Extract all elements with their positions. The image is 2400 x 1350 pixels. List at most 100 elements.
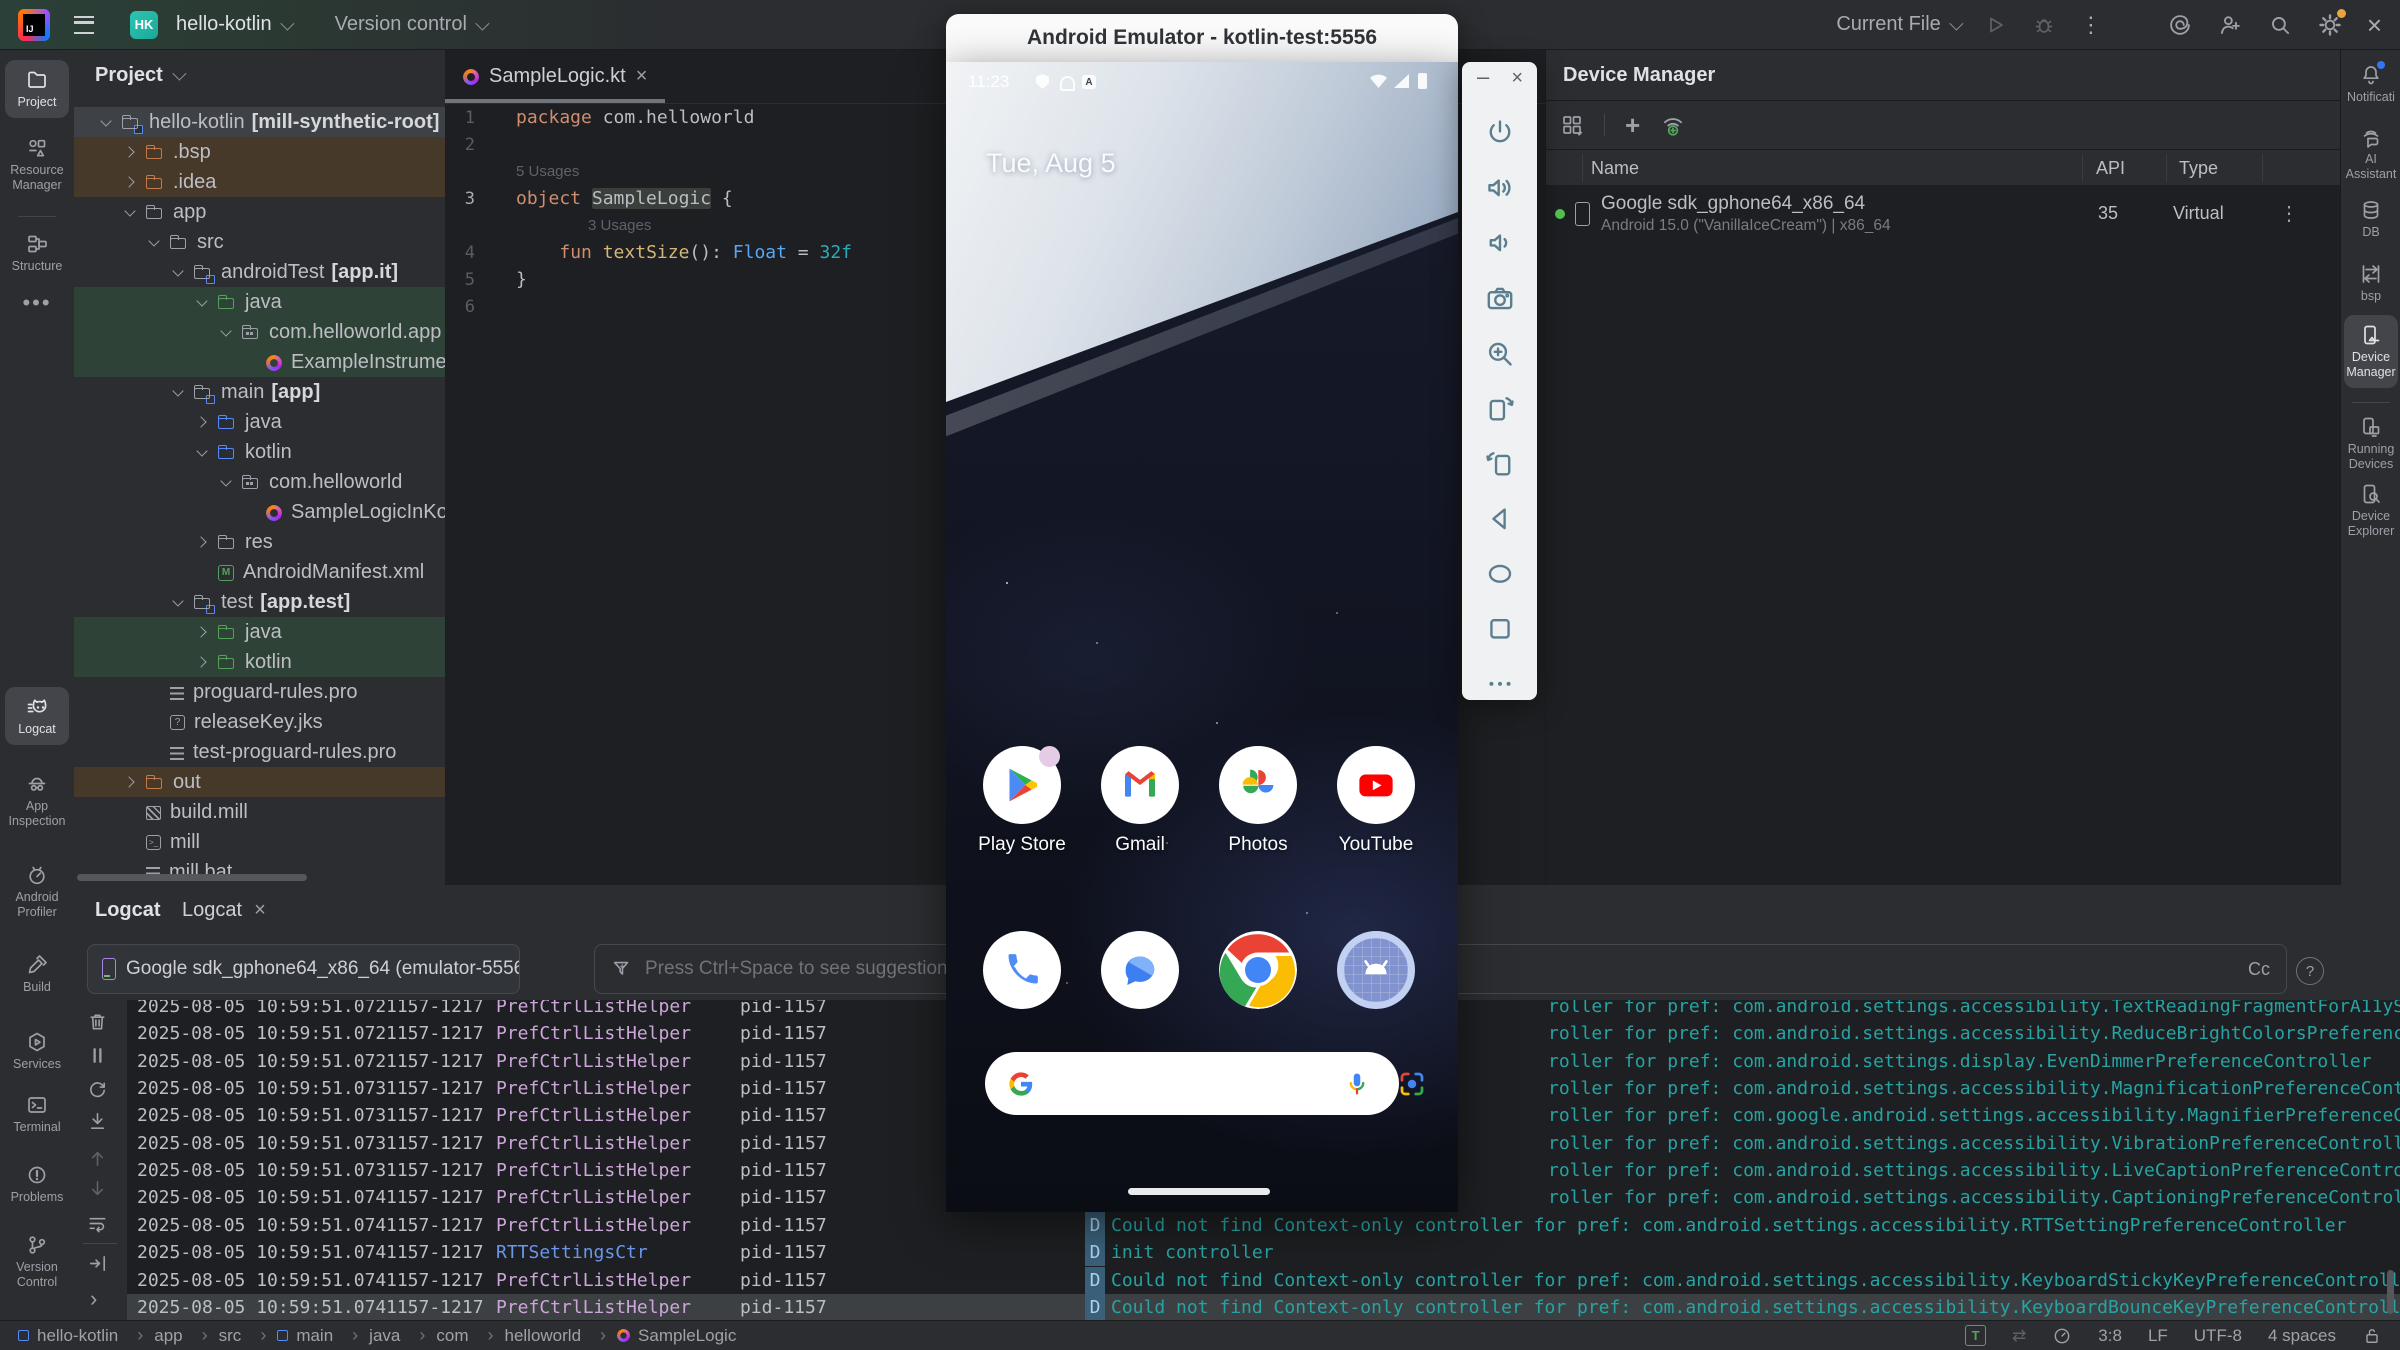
indent-setting[interactable]: 4 spaces: [2268, 1326, 2336, 1346]
breadcrumb-item[interactable]: com: [436, 1325, 504, 1346]
horizontal-scrollbar[interactable]: [77, 874, 307, 881]
sidebar-item-build[interactable]: Build: [0, 953, 74, 995]
tree-row[interactable]: out: [74, 767, 445, 797]
tree-chevron[interactable]: [242, 354, 258, 370]
breadcrumb-item[interactable]: hello-kotlin: [18, 1325, 154, 1346]
tree-chevron[interactable]: [170, 384, 186, 400]
typing-mode-indicator[interactable]: T: [1965, 1325, 1986, 1346]
app-play-store[interactable]: Play Store: [972, 746, 1072, 856]
view-options-icon[interactable]: [1560, 113, 1584, 137]
tree-chevron[interactable]: [146, 714, 162, 730]
tree-row[interactable]: com.helloworld.app: [74, 317, 445, 347]
tree-row[interactable]: main [app]: [74, 377, 445, 407]
tree-chevron[interactable]: [194, 654, 210, 670]
tree-row[interactable]: SampleLogicInKotlin: [74, 497, 445, 527]
sidebar-item-terminal[interactable]: Terminal: [0, 1093, 74, 1135]
column-header-type[interactable]: Type: [2179, 158, 2218, 179]
sidebar-item-services[interactable]: Services: [0, 1030, 74, 1072]
help-icon[interactable]: ?: [2296, 957, 2324, 985]
vcs-menu[interactable]: Version control: [335, 13, 486, 36]
memory-gauge-icon[interactable]: [2052, 1326, 2072, 1346]
search-icon[interactable]: [2267, 12, 2293, 38]
close-tab-icon[interactable]: ×: [636, 65, 648, 88]
app-gmail[interactable]: Gmail: [1090, 746, 1190, 856]
rotate-right-icon[interactable]: [1484, 448, 1516, 480]
emulator-title-bar[interactable]: Android Emulator - kotlin-test:5556: [946, 14, 1458, 62]
more-actions-icon[interactable]: ⋮: [2080, 12, 2103, 38]
tree-row[interactable]: kotlin: [74, 647, 445, 677]
home-button-icon[interactable]: [1484, 558, 1516, 590]
log-row[interactable]: 2025-08-05 10:59:51.074 1157-1217 RTTSet…: [127, 1239, 2400, 1266]
tree-chevron[interactable]: [194, 624, 210, 640]
more-gutter-actions-icon[interactable]: ›: [90, 1286, 97, 1312]
breadcrumb-item[interactable]: src: [219, 1325, 278, 1346]
tree-chevron[interactable]: [146, 684, 162, 700]
tree-row[interactable]: src: [74, 227, 445, 257]
tree-row[interactable]: build.mill: [74, 797, 445, 827]
usages-hint[interactable]: 3 Usages: [588, 217, 651, 234]
ai-assistant-icon[interactable]: [2167, 12, 2193, 38]
dock-chrome[interactable]: [1208, 931, 1308, 1009]
tree-chevron[interactable]: [98, 114, 114, 130]
tree-chevron[interactable]: [218, 474, 234, 490]
usages-hint[interactable]: 5 Usages: [516, 163, 579, 180]
tree-row[interactable]: com.helloworld: [74, 467, 445, 497]
scroll-to-end-icon[interactable]: [86, 1110, 109, 1133]
run-configuration-selector[interactable]: Current File: [1836, 13, 1959, 36]
pause-logcat-icon[interactable]: [86, 1044, 109, 1067]
column-header-name[interactable]: Name: [1591, 158, 1639, 179]
sidebar-item-running-devices[interactable]: Running Devices: [2341, 415, 2400, 472]
log-row[interactable]: 2025-08-05 10:59:51.074 1157-1217 PrefCt…: [127, 1212, 2400, 1239]
tree-chevron[interactable]: [170, 594, 186, 610]
sidebar-item-android-profiler[interactable]: Android Profiler: [0, 863, 74, 920]
breadcrumb-item[interactable]: SampleLogic: [617, 1326, 736, 1346]
tree-row[interactable]: androidTest [app.it]: [74, 257, 445, 287]
power-button-icon[interactable]: [1484, 117, 1516, 149]
sidebar-item-app-inspection[interactable]: App Inspection: [0, 772, 74, 829]
clear-logcat-icon[interactable]: [86, 1010, 109, 1033]
tree-row[interactable]: mill: [74, 827, 445, 857]
settings-button[interactable]: [2317, 12, 2343, 38]
main-menu-button[interactable]: [74, 16, 94, 34]
tree-row[interactable]: .idea: [74, 167, 445, 197]
breadcrumb-item[interactable]: main: [277, 1325, 369, 1346]
tree-chevron[interactable]: [170, 264, 186, 280]
tree-chevron[interactable]: [194, 414, 210, 430]
sidebar-item-logcat[interactable]: Logcat: [5, 687, 69, 745]
tree-chevron[interactable]: [194, 294, 210, 310]
sidebar-item-resource-manager[interactable]: Resource Manager: [0, 136, 74, 193]
screenshot-camera-icon[interactable]: [1484, 283, 1516, 315]
previous-occurrence-icon[interactable]: [86, 1147, 109, 1170]
tree-row[interactable]: releaseKey.jks: [74, 707, 445, 737]
tree-row[interactable]: hello-kotlin [mill-synthetic-root] ~/pr: [74, 107, 445, 137]
tree-chevron[interactable]: [122, 144, 138, 160]
back-button-icon[interactable]: [1484, 503, 1516, 535]
tab-samplelogic[interactable]: SampleLogic.kt ×: [445, 50, 665, 103]
dock-messages[interactable]: [1090, 931, 1190, 1009]
restart-logcat-icon[interactable]: [86, 1078, 109, 1101]
close-icon[interactable]: ×: [2367, 15, 2382, 35]
tree-row[interactable]: res: [74, 527, 445, 557]
tree-row[interactable]: app: [74, 197, 445, 227]
sidebar-item-db[interactable]: DB: [2341, 198, 2400, 240]
emulator-screen[interactable]: 11:23 A Tue, Aug 5: [946, 62, 1458, 1212]
pair-wifi-device-icon[interactable]: [1660, 112, 1686, 138]
project-selector[interactable]: hello-kotlin: [176, 13, 291, 36]
logcat-device-selector[interactable]: Google sdk_gphone64_x86_64 (emulator-555…: [87, 944, 520, 994]
tree-chevron[interactable]: [218, 324, 234, 340]
tree-chevron[interactable]: [122, 774, 138, 790]
import-logs-icon[interactable]: [86, 1252, 109, 1275]
tree-row[interactable]: ExampleInstrumente: [74, 347, 445, 377]
tree-row[interactable]: java: [74, 287, 445, 317]
next-occurrence-icon[interactable]: [86, 1177, 109, 1200]
tree-chevron[interactable]: [194, 534, 210, 550]
tree-row[interactable]: test [app.test]: [74, 587, 445, 617]
column-header-api[interactable]: API: [2096, 158, 2125, 179]
project-badge[interactable]: HK: [130, 11, 158, 39]
tree-row[interactable]: .bsp: [74, 137, 445, 167]
tree-row[interactable]: AndroidManifest.xml: [74, 557, 445, 587]
dock-android-app[interactable]: [1326, 931, 1426, 1009]
tree-chevron[interactable]: [122, 204, 138, 220]
app-photos[interactable]: Photos: [1208, 746, 1308, 856]
minimize-icon[interactable]: –: [1477, 64, 1489, 90]
